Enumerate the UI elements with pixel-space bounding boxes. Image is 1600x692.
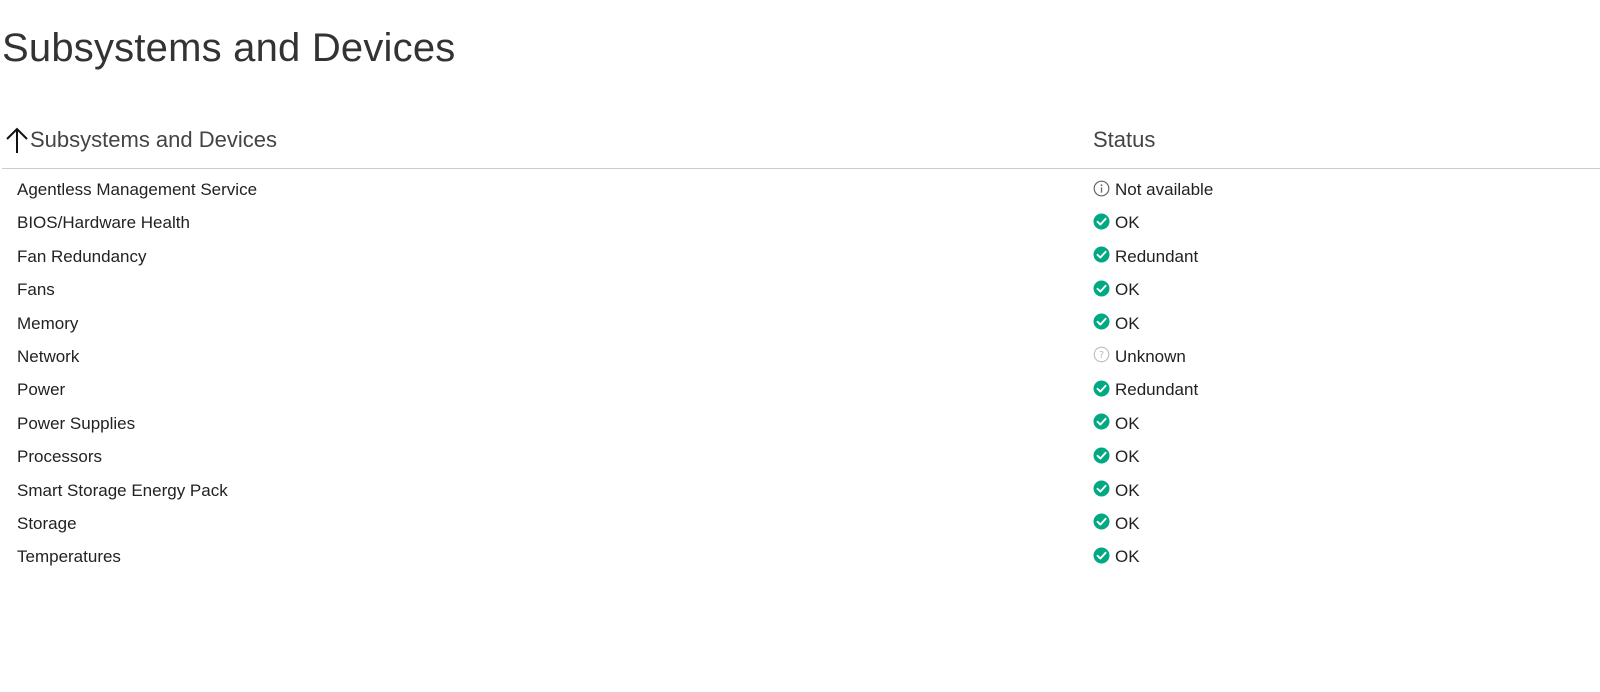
status-cell: OK bbox=[1093, 213, 1140, 233]
sort-ascending-arrow-icon[interactable] bbox=[4, 125, 30, 155]
table-row[interactable]: Smart Storage Energy Pack OK bbox=[2, 475, 1600, 508]
table-row[interactable]: Fans OK bbox=[2, 274, 1600, 307]
subsystems-table: Subsystems and Devices Status Agentless … bbox=[2, 118, 1600, 575]
table-row[interactable]: Processors OK bbox=[2, 441, 1600, 474]
status-cell: Redundant bbox=[1093, 380, 1198, 400]
status-text: OK bbox=[1115, 547, 1140, 567]
table-row[interactable]: Agentless Management Service Not availabl… bbox=[2, 174, 1600, 207]
check-circle-icon bbox=[1093, 380, 1110, 397]
status-cell: OK bbox=[1093, 513, 1140, 534]
subsystem-name: Smart Storage Energy Pack bbox=[17, 480, 228, 500]
page-title: Subsystems and Devices bbox=[2, 26, 456, 70]
subsystem-name: Power bbox=[17, 380, 66, 400]
table-row[interactable]: BIOS/Hardware Health OK bbox=[2, 207, 1600, 240]
table-header: Subsystems and Devices Status bbox=[2, 118, 1600, 169]
status-text: OK bbox=[1115, 413, 1140, 433]
status-cell: ? Unknown bbox=[1093, 347, 1186, 367]
column-header-subsystems[interactable]: Subsystems and Devices bbox=[4, 122, 277, 158]
svg-text:?: ? bbox=[1099, 351, 1104, 362]
subsystem-name: Storage bbox=[17, 513, 77, 533]
subsystem-name: Fans bbox=[17, 280, 55, 300]
table-row[interactable]: Power Supplies OK bbox=[2, 408, 1600, 441]
status-text: OK bbox=[1115, 447, 1140, 467]
status-cell: OK bbox=[1093, 547, 1140, 567]
table-row[interactable]: Power Redundant bbox=[2, 374, 1600, 407]
check-circle-icon bbox=[1093, 413, 1110, 430]
check-circle-icon bbox=[1093, 513, 1110, 530]
subsystem-name: Fan Redundancy bbox=[17, 246, 147, 266]
subsystem-name: Agentless Management Service bbox=[17, 180, 258, 199]
column-header-status[interactable]: Status bbox=[1093, 122, 1155, 158]
table-row[interactable]: Memory OK bbox=[2, 308, 1600, 341]
check-circle-icon bbox=[1093, 547, 1110, 564]
subsystem-name: Memory bbox=[17, 313, 79, 333]
subsystem-name: Temperatures bbox=[17, 547, 121, 567]
table-row[interactable]: Temperatures OK bbox=[2, 541, 1600, 574]
check-circle-icon bbox=[1093, 447, 1110, 464]
status-text: OK bbox=[1115, 513, 1140, 533]
status-text: Unknown bbox=[1115, 346, 1186, 366]
status-cell: Not available bbox=[1093, 180, 1213, 200]
subsystem-name: Network bbox=[17, 346, 80, 366]
status-cell: OK bbox=[1093, 447, 1140, 467]
check-circle-icon bbox=[1093, 313, 1110, 330]
table-row[interactable]: Storage OK bbox=[2, 508, 1600, 541]
table-row[interactable]: Network? Unknown bbox=[2, 341, 1600, 374]
status-cell: OK bbox=[1093, 480, 1140, 501]
subsystem-name: BIOS/Hardware Health bbox=[17, 213, 190, 233]
subsystem-name: Processors bbox=[17, 447, 103, 467]
column-label-status: Status bbox=[1093, 127, 1156, 152]
status-cell: Redundant bbox=[1093, 246, 1199, 267]
subsystem-name: Power Supplies bbox=[17, 413, 136, 433]
status-text: OK bbox=[1115, 280, 1140, 300]
status-text: Not available bbox=[1115, 180, 1214, 199]
check-circle-icon bbox=[1093, 213, 1110, 230]
status-text: OK bbox=[1115, 213, 1140, 233]
info-icon bbox=[1093, 180, 1110, 197]
status-cell: OK bbox=[1093, 313, 1140, 334]
check-circle-icon bbox=[1093, 480, 1110, 497]
status-text: OK bbox=[1115, 313, 1140, 333]
status-text: OK bbox=[1115, 480, 1140, 500]
status-text: Redundant bbox=[1115, 246, 1199, 266]
check-circle-icon bbox=[1093, 280, 1110, 297]
status-cell: OK bbox=[1093, 413, 1140, 434]
status-cell: OK bbox=[1093, 280, 1140, 300]
check-circle-icon bbox=[1093, 246, 1110, 263]
status-text: Redundant bbox=[1115, 380, 1199, 400]
table-row[interactable]: Fan Redundancy Redundant bbox=[2, 241, 1600, 274]
table-body: Agentless Management Service Not availabl… bbox=[2, 169, 1600, 575]
column-label-subsystems: Subsystems and Devices bbox=[30, 127, 277, 152]
question-circle-icon: ? bbox=[1093, 346, 1110, 363]
